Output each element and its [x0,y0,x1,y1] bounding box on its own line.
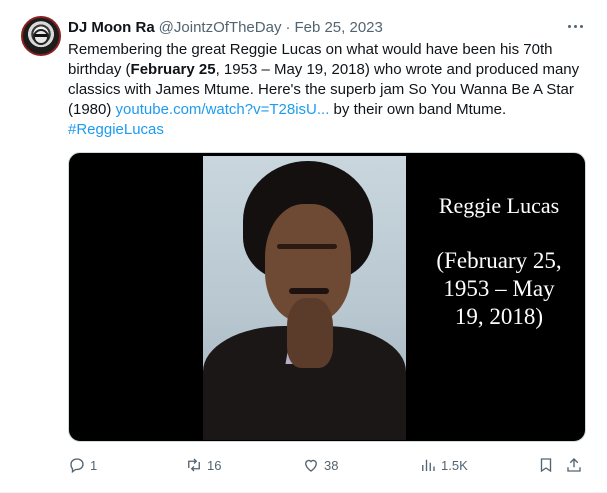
more-horizontal-icon [567,24,571,28]
caption-dates: (February 25, 1953 – May 19, 2018) [436,248,562,329]
share-button[interactable] [565,455,583,475]
image-caption: Reggie Lucas (February 25, 1953 – May 19… [429,193,569,331]
views-count: 1.5K [441,457,468,473]
reply-button[interactable]: 1 [68,455,97,475]
tweet-card[interactable]: DJ Moon Ra @JointzOfTheDay · Feb 25, 202… [0,0,607,493]
tweet-text: Remembering the great Reggie Lucas on wh… [68,40,588,140]
header-separator: · [285,18,291,36]
avatar[interactable] [21,16,61,56]
retweet-icon [188,458,200,472]
views-button[interactable]: 1.5K [419,455,468,475]
tweet-text-part3: by their own band Mtume. [329,101,507,118]
bookmark-icon [540,458,552,473]
reply-icon [70,458,84,474]
share-icon [567,458,581,472]
like-button[interactable]: 38 [302,455,338,475]
retweet-count: 16 [207,457,222,473]
reply-count: 1 [90,457,98,473]
avatar-face [33,29,49,45]
like-count: 38 [324,457,339,473]
youtube-link[interactable]: youtube.com/watch?v=T28isU... [116,101,330,118]
tweet-date[interactable]: Feb 25, 2023 [294,19,382,36]
media-image[interactable]: Reggie Lucas (February 25, 1953 – May 19… [68,152,586,442]
views-chart-icon [422,459,435,471]
avatar-glasses [35,34,47,37]
action-bar: 1 16 38 1.5K [68,455,586,475]
author-handle[interactable]: @JointzOfTheDay [159,19,282,36]
tweet-text-bold: February 25 [130,61,216,78]
tweet-header: DJ Moon Ra @JointzOfTheDay · Feb 25, 202… [68,17,383,37]
portrait-photo [203,156,406,440]
retweet-button[interactable]: 16 [185,455,221,475]
bookmark-button[interactable] [537,455,555,475]
caption-name: Reggie Lucas [438,193,560,218]
hashtag-link[interactable]: #ReggieLucas [68,121,164,138]
heart-icon [305,459,317,472]
author-name[interactable]: DJ Moon Ra [68,19,155,36]
more-options-button[interactable] [565,16,585,36]
